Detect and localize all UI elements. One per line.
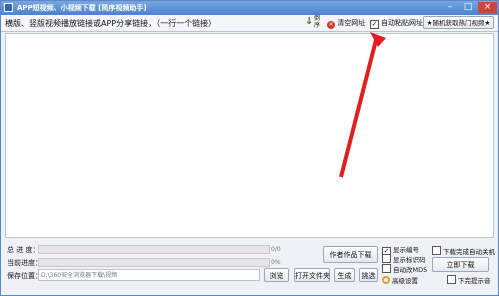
reverse-order-char-2[interactable]: 序: [314, 22, 320, 29]
checkbox-unchecked-icon: [447, 275, 456, 284]
clear-urls-label: 清空网址: [337, 19, 366, 27]
show-id-label: 显示标识码: [393, 256, 426, 264]
app-icon: [4, 3, 13, 12]
checkbox-unchecked-icon: [382, 264, 391, 273]
clear-urls-button[interactable]: × 清空网址: [327, 17, 365, 29]
close-icon[interactable]: ×: [478, 2, 497, 13]
save-path-input[interactable]: D:\360安全浏览器下载\视频: [38, 269, 260, 281]
url-input-area[interactable]: [5, 33, 494, 238]
finish-prompt-label: 下完提示音: [458, 277, 491, 285]
auto-paste-checkbox[interactable]: ✓ 自动粘贴网址: [370, 17, 423, 29]
clear-icon: ×: [327, 21, 335, 29]
random-hot-video-button[interactable]: ★随机获取热门视频★: [423, 16, 494, 29]
show-number-label: 显示编号: [393, 246, 419, 254]
download-order-icon[interactable]: ↓: [305, 16, 313, 28]
author-works-download-button[interactable]: 作者作品下载: [323, 246, 378, 263]
window-title: APP短视频、小视频下载 [简序视频助手]: [17, 4, 147, 12]
toolbar: 横版、竖版视频播放链接或APP分享链接，（一行一个链接） ↓ 倒 序 × 清空网…: [1, 15, 498, 32]
title-bar: APP短视频、小视频下载 [简序视频助手] – □ ×: [1, 1, 498, 15]
checkbox-checked-icon: ✓: [370, 20, 379, 29]
generate-button[interactable]: 生成: [334, 268, 355, 282]
select-button[interactable]: 挑选: [359, 268, 378, 282]
save-location-label: 保存位置：: [7, 272, 42, 280]
current-progress-text: 0%: [271, 259, 281, 266]
app-window: APP短视频、小视频下载 [简序视频助手] – □ × 横版、竖版视频播放链接或…: [0, 0, 499, 296]
total-progress-bar: [38, 245, 270, 254]
auto-shutdown-label: 下载完成自动关机: [443, 248, 495, 256]
finish-prompt-option[interactable]: 下完提示音: [447, 275, 491, 285]
browse-button[interactable]: 浏览: [264, 268, 289, 282]
auto-shutdown-option[interactable]: 下载完成自动关机: [432, 246, 495, 256]
url-prompt-label: 横版、竖版视频播放链接或APP分享链接，（一行一个链接）: [5, 19, 217, 28]
open-folder-button[interactable]: 打开文件夹: [294, 268, 330, 282]
show-id-option[interactable]: 显示标识码: [382, 254, 426, 264]
total-progress-text: 0/0: [271, 246, 281, 253]
current-progress-bar: [38, 258, 270, 267]
reverse-order-char-1[interactable]: 倒: [314, 15, 320, 22]
advanced-settings-label: 高级设置: [392, 277, 418, 285]
gear-icon: [382, 276, 390, 284]
maximize-icon[interactable]: □: [460, 2, 476, 13]
download-now-button[interactable]: 立即下载: [432, 257, 489, 272]
auto-md5-option[interactable]: 自动改MD5: [382, 264, 427, 274]
advanced-settings-button[interactable]: 高级设置: [382, 275, 418, 285]
minimize-icon[interactable]: –: [442, 2, 458, 13]
checkbox-unchecked-icon: [432, 246, 441, 255]
auto-paste-label: 自动粘贴网址: [381, 19, 423, 27]
total-progress-label: 总 进 度：: [7, 246, 40, 254]
checkbox-unchecked-icon: [382, 254, 391, 263]
current-progress-label: 当前进度：: [7, 259, 42, 267]
auto-md5-label: 自动改MD5: [393, 266, 428, 274]
